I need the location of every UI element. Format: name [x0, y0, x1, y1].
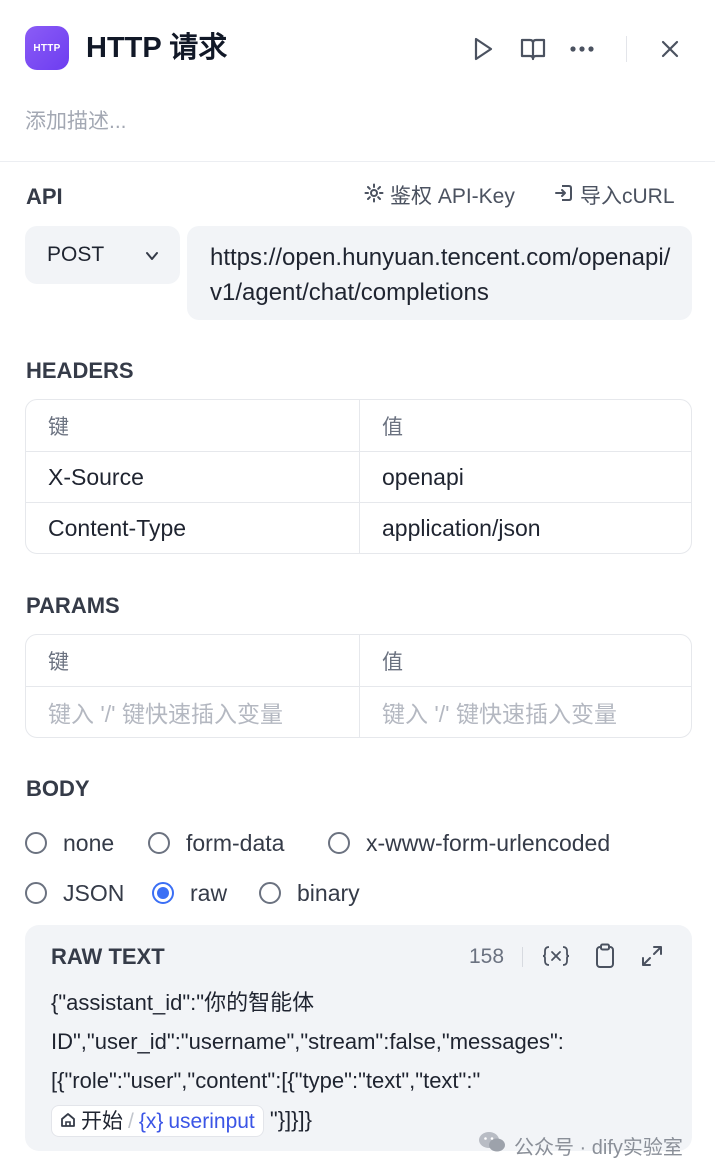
chevron-down-icon	[144, 246, 160, 270]
radio-label: raw	[190, 880, 228, 906]
table-row: Content-Type application/json	[26, 502, 691, 553]
expand-icon[interactable]	[637, 940, 667, 972]
radio-label: binary	[297, 880, 360, 906]
table-row: X-Source openapi	[26, 451, 691, 502]
gear-icon	[364, 183, 384, 211]
import-curl-button[interactable]: 导入cURL	[554, 183, 675, 211]
params-section-title: PARAMS	[26, 593, 120, 618]
params-table: 键 值 键入 '/' 键快速插入变量 键入 '/' 键快速插入变量	[25, 634, 692, 738]
raw-text-line: {"assistant_id":"你的智能体	[51, 990, 315, 1015]
header-key-input[interactable]: Content-Type	[26, 503, 359, 553]
import-curl-label: 导入cURL	[580, 185, 675, 208]
variable-chip-prefix: {x}	[138, 1109, 164, 1133]
description-input[interactable]: 添加描述...	[25, 108, 127, 136]
body-type-form-data-radio[interactable]: form-data	[148, 829, 284, 857]
headers-table: 键 值 X-Source openapi Content-Type applic…	[25, 399, 692, 554]
radio-label: none	[63, 830, 115, 856]
auth-api-key-label: 鉴权 API-Key	[390, 185, 515, 208]
http-app-icon: HTTP	[25, 26, 69, 70]
raw-text-line: [{"role":"user","content":[{"type":"text…	[51, 1068, 481, 1093]
headers-value-column-header: 值	[359, 400, 691, 451]
radio-on-icon	[152, 882, 174, 904]
body-type-none-radio[interactable]: none	[25, 829, 114, 857]
home-icon	[60, 1102, 76, 1141]
header-divider	[626, 36, 627, 62]
radio-off-icon	[25, 882, 47, 904]
book-icon[interactable]	[516, 30, 550, 68]
raw-text-content[interactable]: {"assistant_id":"你的智能体 ID","user_id":"us…	[51, 983, 671, 1139]
variable-chip-separator: /	[128, 1109, 134, 1133]
table-row: 键入 '/' 键快速插入变量 键入 '/' 键快速插入变量	[26, 686, 691, 737]
http-method-value: POST	[47, 243, 105, 266]
header-key-input[interactable]: X-Source	[26, 452, 359, 502]
headers-key-column-header: 键	[48, 415, 69, 439]
raw-text-title: RAW TEXT	[51, 944, 165, 969]
radio-off-icon	[148, 832, 170, 854]
body-type-json-radio[interactable]: JSON	[25, 879, 124, 907]
wechat-icon	[478, 1130, 506, 1160]
watermark-text: 公众号 · dify实验室	[514, 1136, 683, 1159]
clipboard-icon[interactable]	[590, 940, 620, 972]
param-key-input[interactable]: 键入 '/' 键快速插入变量	[26, 687, 359, 737]
params-value-column-header: 值	[359, 635, 691, 686]
char-count: 158	[469, 945, 505, 968]
radio-label: JSON	[63, 880, 125, 906]
import-icon	[554, 183, 574, 211]
variable-chip-name: userinput	[168, 1109, 255, 1133]
more-options-icon[interactable]	[565, 30, 599, 68]
radio-off-icon	[25, 832, 47, 854]
radio-label: form-data	[186, 830, 285, 856]
header-value-input[interactable]: openapi	[359, 452, 691, 502]
param-value-input[interactable]: 键入 '/' 键快速插入变量	[359, 687, 691, 737]
auth-api-key-button[interactable]: 鉴权 API-Key	[364, 183, 515, 211]
body-type-urlencoded-radio[interactable]: x-www-form-urlencoded	[328, 829, 610, 857]
headers-section-title: HEADERS	[26, 358, 134, 383]
raw-text-line: ID","user_id":"username","stream":false,…	[51, 1029, 564, 1054]
run-play-icon[interactable]	[466, 30, 500, 68]
insert-variable-icon[interactable]	[541, 940, 571, 972]
body-type-binary-radio[interactable]: binary	[259, 879, 360, 907]
variable-chip[interactable]: 开始 / {x} userinput	[51, 1105, 264, 1138]
raw-text-editor[interactable]: RAW TEXT 158 {"assistant_id":"你的智能体 ID",…	[25, 925, 692, 1151]
url-input[interactable]: https://open.hunyuan.tencent.com/openapi…	[187, 226, 692, 320]
radio-label: x-www-form-urlencoded	[366, 830, 611, 856]
raw-text-tail: "}]}]}	[269, 1107, 312, 1132]
body-type-raw-radio[interactable]: raw	[152, 879, 227, 907]
node-header: HTTP HTTP 请求 添加描述...	[0, 0, 715, 162]
radio-off-icon	[259, 882, 281, 904]
variable-chip-node: 开始	[81, 1109, 123, 1133]
params-table-header: 键 值	[26, 635, 691, 686]
http-method-select[interactable]: POST	[25, 226, 180, 284]
radio-off-icon	[328, 832, 350, 854]
watermark: 公众号 · dify实验室	[478, 1130, 683, 1160]
body-section-title: BODY	[26, 776, 90, 801]
node-title[interactable]: HTTP 请求	[86, 30, 227, 66]
api-section-title: API	[26, 184, 63, 209]
toolbar-divider	[522, 947, 523, 967]
header-value-input[interactable]: application/json	[359, 503, 691, 553]
close-icon[interactable]	[653, 30, 687, 68]
params-key-column-header: 键	[48, 650, 69, 674]
headers-table-header: 键 值	[26, 400, 691, 451]
